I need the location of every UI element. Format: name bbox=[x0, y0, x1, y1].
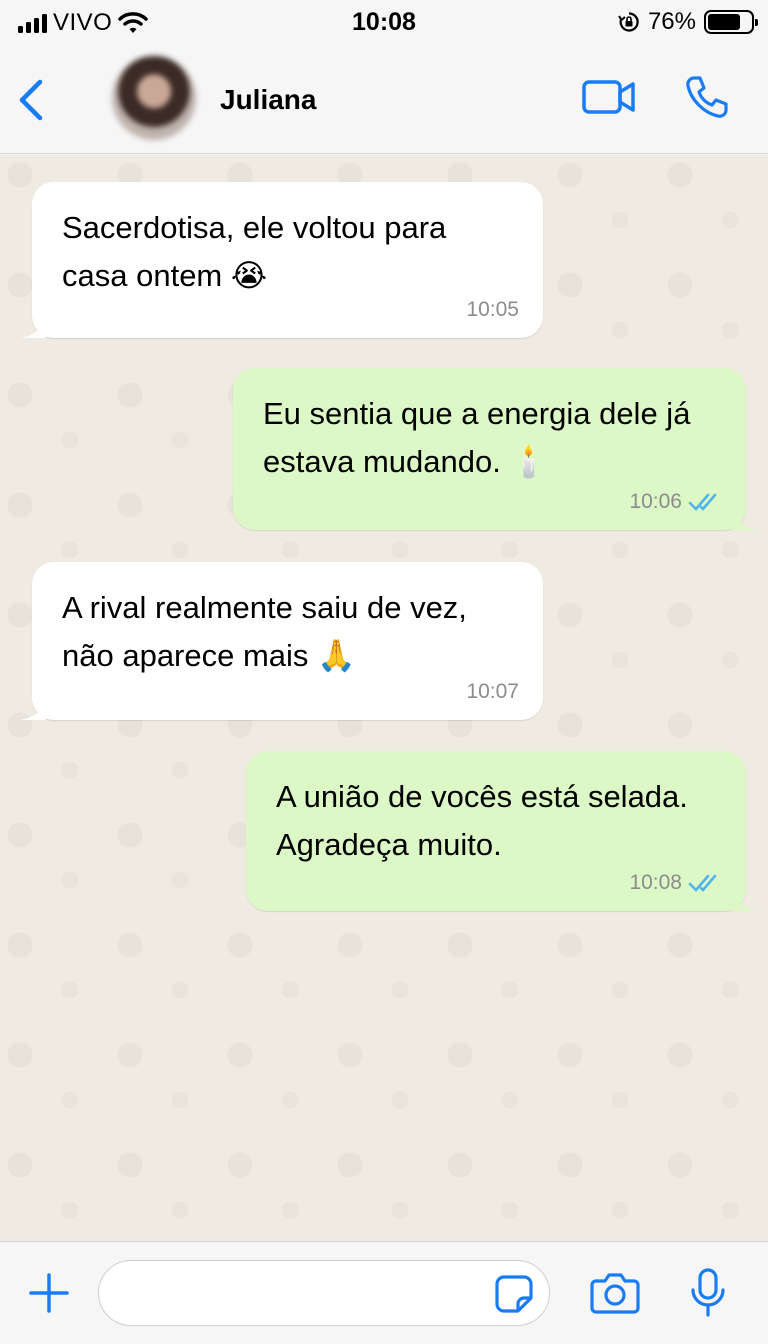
message-meta: 10:08 bbox=[629, 871, 722, 895]
back-chevron-icon[interactable] bbox=[12, 76, 52, 124]
microphone-icon[interactable] bbox=[690, 1268, 726, 1318]
bubble-tail bbox=[20, 318, 46, 338]
contact-name[interactable]: Juliana bbox=[220, 84, 316, 116]
camera-icon[interactable] bbox=[590, 1272, 640, 1314]
phone-call-icon[interactable] bbox=[684, 74, 730, 120]
message-text: Eu sentia que a energia dele já estava m… bbox=[263, 396, 691, 479]
message-text: A união de vocês está selada. Agradeça m… bbox=[276, 779, 688, 862]
message-meta: 10:07 bbox=[466, 680, 519, 704]
input-bar bbox=[0, 1241, 768, 1344]
status-right: 76% bbox=[618, 8, 758, 36]
message-meta: 10:05 bbox=[466, 298, 519, 322]
message-time: 10:07 bbox=[466, 680, 519, 703]
battery-percent: 76% bbox=[647, 8, 696, 35]
read-ticks-icon bbox=[688, 874, 717, 892]
message-time: 10:08 bbox=[629, 871, 682, 894]
message-meta: 10:06 bbox=[629, 490, 722, 514]
plus-icon[interactable] bbox=[28, 1272, 70, 1314]
chat-area[interactable]: Sacerdotisa, ele voltou para casa ontem … bbox=[0, 155, 768, 1241]
message-input[interactable] bbox=[98, 1260, 550, 1326]
bubble-tail bbox=[732, 891, 758, 911]
message-text: A rival realmente saiu de vez, não apare… bbox=[62, 590, 467, 673]
bubble-tail bbox=[732, 510, 758, 530]
message-time: 10:05 bbox=[466, 298, 519, 321]
battery-fill bbox=[708, 14, 740, 30]
bubble-tail bbox=[20, 700, 46, 720]
message-bubble[interactable]: Eu sentia que a energia dele já estava m… bbox=[233, 368, 758, 530]
video-call-icon[interactable] bbox=[582, 78, 636, 116]
avatar[interactable] bbox=[112, 56, 196, 140]
chat-header: Juliana bbox=[0, 46, 768, 154]
read-ticks-icon bbox=[688, 493, 717, 511]
message-time: 10:06 bbox=[629, 490, 682, 513]
battery-icon bbox=[704, 10, 758, 34]
message-text: Sacerdotisa, ele voltou para casa ontem … bbox=[62, 210, 447, 293]
message-bubble[interactable]: A rival realmente saiu de vez, não apare… bbox=[20, 562, 543, 720]
message-bubble[interactable]: Sacerdotisa, ele voltou para casa ontem … bbox=[20, 182, 543, 338]
sticker-icon[interactable] bbox=[494, 1274, 534, 1314]
status-bar: VIVO 10:08 76% bbox=[0, 0, 768, 46]
orientation-lock-icon bbox=[618, 12, 639, 32]
message-bubble[interactable]: A união de vocês está selada. Agradeça m… bbox=[246, 751, 758, 911]
